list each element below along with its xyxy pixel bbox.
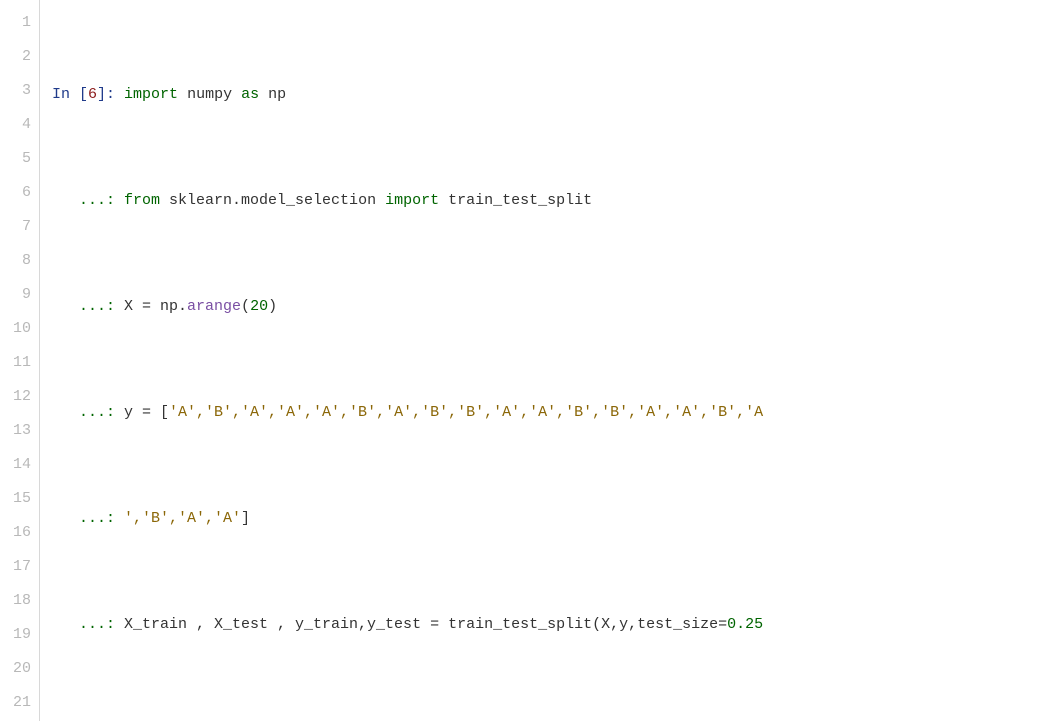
code-line: ...: y = ['A','B','A','A','A','B','A','B…	[52, 396, 1048, 430]
line-number: 10	[0, 312, 31, 346]
line-number: 1	[0, 6, 31, 40]
line-number: 17	[0, 550, 31, 584]
line-number: 9	[0, 278, 31, 312]
prompt-close: ]:	[97, 86, 124, 103]
line-number: 15	[0, 482, 31, 516]
line-number: 4	[0, 108, 31, 142]
continuation-prompt: ...:	[52, 298, 124, 315]
code-line: ...: ','B','A','A']	[52, 502, 1048, 536]
y-close: ]	[241, 510, 250, 527]
alias-np: np	[259, 86, 286, 103]
line-number: 3	[0, 74, 31, 108]
continuation-prompt: ...:	[52, 510, 124, 527]
line-number: 8	[0, 244, 31, 278]
module-sklearn: sklearn.model_selection	[160, 192, 385, 209]
code-area[interactable]: In [6]: import numpy as np ...: from skl…	[40, 0, 1048, 721]
continuation-prompt: ...:	[52, 192, 124, 209]
in-prompt: In [	[52, 86, 88, 103]
line-number: 16	[0, 516, 31, 550]
line-number: 21	[0, 686, 31, 720]
prompt-number: 6	[88, 86, 97, 103]
x-assign: X = np.	[124, 298, 187, 315]
line-number: 18	[0, 584, 31, 618]
keyword-as: as	[241, 86, 259, 103]
func-arange: arange	[187, 298, 241, 315]
paren-close: )	[268, 298, 277, 315]
line-number: 20	[0, 652, 31, 686]
y-assign: y = [	[124, 404, 169, 421]
line-number: 13	[0, 414, 31, 448]
split-call: X_train , X_test , y_train,y_test = trai…	[124, 616, 727, 633]
test-size-value: 0.25	[727, 616, 763, 633]
keyword-from: from	[124, 192, 160, 209]
line-number: 2	[0, 40, 31, 74]
line-number: 14	[0, 448, 31, 482]
line-number: 5	[0, 142, 31, 176]
line-number: 19	[0, 618, 31, 652]
code-line: ...: X_train , X_test , y_train,y_test =…	[52, 608, 1048, 642]
paren-open: (	[241, 298, 250, 315]
y-list-part1: 'A','B','A','A','A','B','A','B','B','A',…	[169, 404, 763, 421]
code-editor: 1 2 3 4 5 6 7 8 9 10 11 12 13 14 15 16 1…	[0, 0, 1048, 721]
continuation-prompt: ...:	[52, 404, 124, 421]
line-number: 7	[0, 210, 31, 244]
code-line: ...: X = np.arange(20)	[52, 290, 1048, 324]
line-gutter: 1 2 3 4 5 6 7 8 9 10 11 12 13 14 15 16 1…	[0, 0, 40, 721]
continuation-prompt: ...:	[52, 616, 124, 633]
import-tts: train_test_split	[439, 192, 592, 209]
code-line: In [6]: import numpy as np	[52, 78, 1048, 112]
line-number: 12	[0, 380, 31, 414]
keyword-import: import	[124, 86, 178, 103]
module-numpy: numpy	[178, 86, 241, 103]
line-number: 6	[0, 176, 31, 210]
code-line: ...: from sklearn.model_selection import…	[52, 184, 1048, 218]
y-list-part2: ','B','A','A'	[124, 510, 241, 527]
number-20: 20	[250, 298, 268, 315]
code-line: ...: )	[52, 714, 1048, 721]
line-number: 11	[0, 346, 31, 380]
keyword-import: import	[385, 192, 439, 209]
